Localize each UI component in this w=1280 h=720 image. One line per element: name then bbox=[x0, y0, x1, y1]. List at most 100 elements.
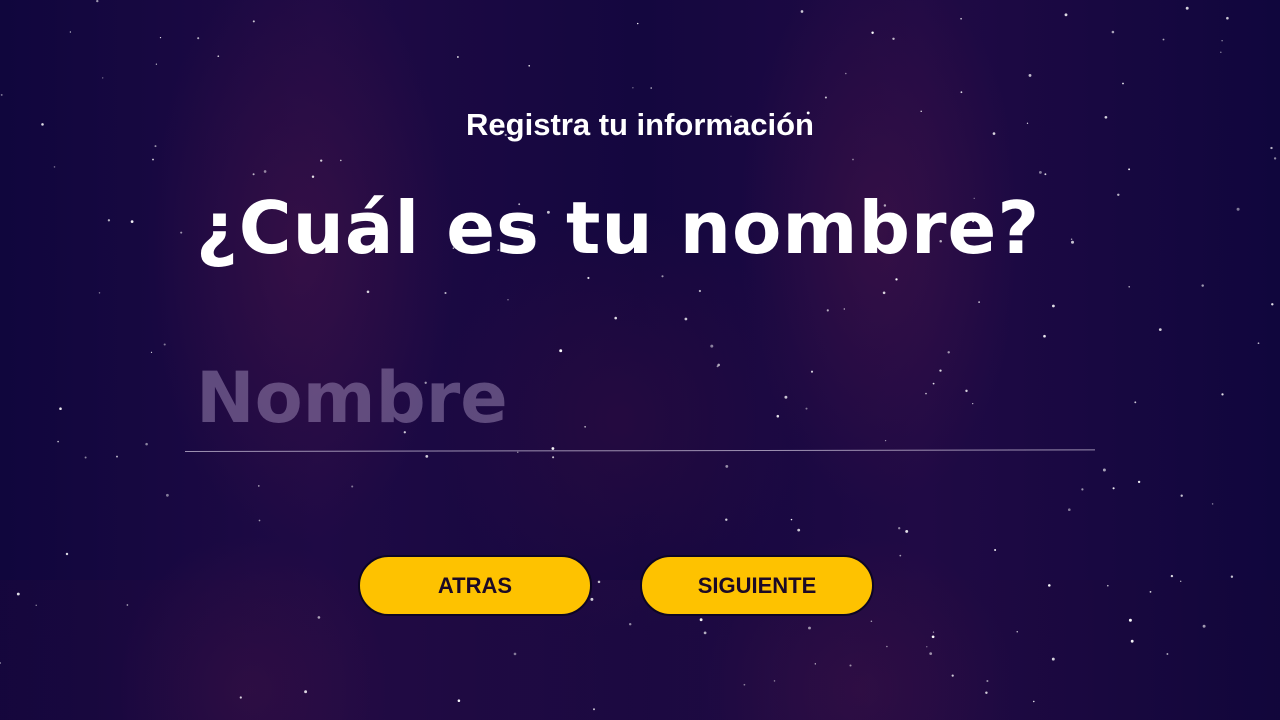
star bbox=[69, 31, 72, 33]
star bbox=[166, 493, 169, 497]
star bbox=[699, 618, 703, 622]
star bbox=[552, 456, 555, 459]
star bbox=[457, 699, 461, 702]
star bbox=[845, 72, 847, 75]
star bbox=[1137, 480, 1141, 484]
star bbox=[65, 552, 69, 556]
star bbox=[1128, 618, 1132, 622]
star bbox=[960, 91, 963, 94]
star bbox=[978, 301, 980, 303]
back-button[interactable]: ATRAS bbox=[358, 555, 592, 616]
star bbox=[252, 173, 255, 176]
star bbox=[513, 652, 517, 656]
next-button[interactable]: SIGUIENTE bbox=[640, 555, 874, 616]
star bbox=[614, 316, 617, 320]
question-heading: ¿Cuál es tu nombre? bbox=[196, 186, 1041, 270]
star bbox=[892, 37, 895, 41]
star bbox=[351, 485, 354, 488]
name-input[interactable] bbox=[190, 350, 1090, 446]
star bbox=[882, 291, 886, 295]
star bbox=[53, 166, 56, 168]
star bbox=[931, 635, 935, 639]
star bbox=[960, 17, 962, 20]
star bbox=[154, 145, 157, 148]
star bbox=[1052, 304, 1055, 308]
star bbox=[800, 10, 804, 13]
star bbox=[1067, 508, 1071, 512]
star bbox=[1112, 487, 1115, 490]
star bbox=[852, 158, 854, 161]
star bbox=[456, 56, 459, 58]
star bbox=[1134, 401, 1137, 404]
star bbox=[843, 308, 845, 310]
star bbox=[1070, 238, 1073, 240]
star bbox=[57, 440, 59, 443]
star bbox=[1185, 6, 1189, 10]
star bbox=[1202, 624, 1206, 628]
star bbox=[628, 622, 632, 626]
star bbox=[130, 220, 134, 223]
star bbox=[703, 631, 707, 635]
star bbox=[1170, 574, 1174, 578]
star bbox=[258, 519, 261, 522]
star bbox=[650, 87, 652, 89]
star bbox=[0, 662, 1, 664]
star bbox=[217, 55, 220, 58]
star bbox=[257, 485, 260, 487]
star bbox=[311, 175, 315, 178]
star bbox=[98, 292, 101, 294]
star bbox=[932, 631, 935, 633]
star bbox=[986, 679, 989, 683]
star bbox=[849, 664, 852, 667]
star bbox=[180, 231, 183, 234]
star bbox=[1016, 631, 1018, 633]
star bbox=[340, 159, 342, 162]
star bbox=[528, 64, 531, 67]
star bbox=[163, 343, 166, 346]
star bbox=[1071, 240, 1074, 244]
star bbox=[632, 87, 634, 89]
star bbox=[1044, 173, 1047, 176]
star bbox=[35, 604, 37, 606]
star bbox=[895, 278, 898, 281]
star bbox=[808, 626, 811, 630]
star bbox=[1043, 334, 1046, 338]
star bbox=[985, 691, 988, 694]
star bbox=[684, 317, 688, 321]
star bbox=[1117, 193, 1120, 197]
star bbox=[899, 554, 902, 557]
star bbox=[126, 604, 129, 606]
star bbox=[886, 645, 888, 648]
star bbox=[1270, 146, 1273, 150]
star bbox=[814, 663, 816, 665]
star bbox=[790, 518, 793, 521]
star bbox=[743, 683, 746, 686]
star bbox=[107, 219, 111, 222]
star bbox=[824, 96, 827, 99]
star bbox=[252, 20, 255, 23]
star bbox=[59, 407, 62, 411]
star bbox=[1221, 393, 1224, 396]
star bbox=[637, 22, 639, 25]
star bbox=[1107, 584, 1109, 587]
star bbox=[366, 290, 370, 294]
star bbox=[1221, 40, 1223, 42]
star bbox=[1122, 82, 1124, 85]
star bbox=[1166, 653, 1169, 655]
star bbox=[145, 442, 148, 446]
star bbox=[0, 93, 3, 96]
star bbox=[152, 158, 154, 161]
star bbox=[710, 344, 714, 348]
star bbox=[905, 529, 909, 533]
star bbox=[1273, 157, 1277, 160]
page-subtitle: Registra tu información bbox=[466, 107, 814, 142]
star bbox=[159, 37, 162, 39]
star bbox=[84, 456, 87, 459]
star bbox=[1180, 494, 1183, 497]
star bbox=[1149, 591, 1152, 593]
star bbox=[317, 616, 321, 619]
star bbox=[517, 451, 519, 453]
star bbox=[898, 527, 901, 530]
star bbox=[155, 63, 158, 65]
star bbox=[725, 464, 729, 468]
